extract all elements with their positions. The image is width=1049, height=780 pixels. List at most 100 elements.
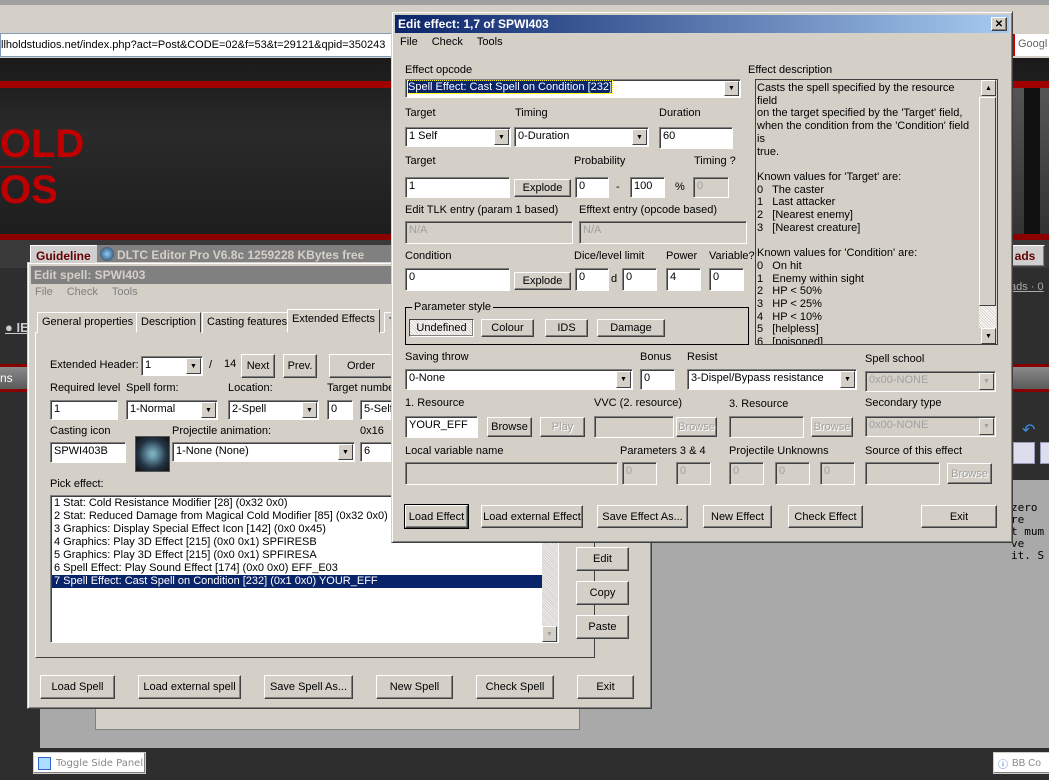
saving-throw-label: Saving throw: [405, 351, 469, 363]
exit-effect-button[interactable]: Exit: [921, 505, 997, 528]
edit-button[interactable]: Edit: [576, 547, 629, 571]
menu-file[interactable]: File: [35, 286, 53, 298]
resource3-input: [729, 416, 804, 438]
tab-casting-features[interactable]: Casting features: [202, 312, 293, 333]
address-bar[interactable]: llholdstudios.net/index.php?act=Post&COD…: [0, 33, 392, 57]
resist-select[interactable]: 3-Dispel/Bypass resistance ▼: [687, 369, 857, 390]
menu-tools[interactable]: Tools: [477, 36, 503, 48]
effect-menu: File Check Tools: [400, 36, 517, 48]
spell-icon-preview: [135, 436, 170, 472]
hex-input[interactable]: 6: [360, 442, 393, 462]
load-effect-button[interactable]: Load Effect: [404, 504, 469, 529]
dice-sides-input[interactable]: 0: [622, 268, 657, 291]
casting-icon-label: Casting icon: [50, 425, 111, 437]
order-button[interactable]: Order: [329, 354, 393, 378]
tab-description[interactable]: Description: [136, 312, 202, 333]
local-variable-label: Local variable name: [405, 445, 504, 457]
description-text[interactable]: Casts the spell specified by the resourc…: [755, 79, 998, 345]
prob-high-input[interactable]: 100: [630, 177, 665, 198]
timing2-label: Timing ?: [694, 155, 736, 167]
scroll-down-icon[interactable]: ▼: [542, 626, 557, 642]
browse-resource1-button[interactable]: Browse: [487, 417, 532, 437]
param-style-damage[interactable]: Damage: [597, 319, 665, 337]
prob-low-input[interactable]: 0: [575, 177, 609, 198]
description-label: Effect description: [748, 64, 833, 76]
menu-check[interactable]: Check: [67, 286, 98, 298]
resist-label: Resist: [687, 351, 718, 363]
search-box[interactable]: Googl: [1013, 34, 1049, 56]
power-input[interactable]: 4: [666, 268, 701, 291]
location-select[interactable]: 2-Spell ▼: [228, 400, 319, 420]
ext-header-sep: /: [209, 359, 213, 371]
tab-extended-effects[interactable]: Extended Effects: [287, 309, 380, 333]
dltc-titlebar: DLTC Editor Pro V6.8c 1259228 KBytes fre…: [97, 245, 392, 263]
param-style-ids[interactable]: IDS: [545, 319, 588, 337]
bonus-input[interactable]: 0: [640, 369, 675, 390]
load-spell-button[interactable]: Load Spell: [40, 675, 115, 699]
variable-label: Variable?: [709, 250, 755, 262]
undo-icon[interactable]: ↶: [1022, 420, 1035, 440]
edit-effect-titlebar: Edit effect: 1,7 of SPWI403: [395, 15, 1009, 33]
ext-header-select[interactable]: 1 ▼: [141, 356, 203, 376]
close-button[interactable]: ✕: [991, 17, 1007, 31]
link-ie[interactable]: ● IE: [5, 320, 29, 335]
menu-file[interactable]: File: [400, 36, 418, 48]
param1-input[interactable]: 1: [405, 177, 510, 198]
list-item[interactable]: 5 Graphics: Play 3D Effect [215] (0x0 0x…: [52, 549, 557, 562]
scroll-down-icon[interactable]: ▼: [981, 328, 996, 344]
explode-target-button[interactable]: Explode: [514, 179, 571, 197]
target-select[interactable]: 1 Self ▼: [405, 127, 511, 147]
opcode-select[interactable]: Spell Effect: Cast Spell on Condition [2…: [405, 79, 741, 98]
condition-input[interactable]: 0: [405, 268, 510, 291]
param-style-undefined[interactable]: Undefined: [409, 319, 474, 337]
post-text: zero re t mum ve it. S: [1011, 501, 1045, 562]
copy-button[interactable]: Copy: [576, 581, 629, 605]
casting-icon-input[interactable]: SPWI403B: [50, 442, 126, 463]
link-threads[interactable]: ads · 0: [1010, 281, 1044, 293]
target-number-input[interactable]: 0: [327, 400, 353, 420]
paste-button[interactable]: Paste: [576, 615, 629, 639]
power-label: Power: [666, 250, 698, 262]
load-external-spell-button[interactable]: Load external spell: [138, 675, 241, 699]
opcode-label: Effect opcode: [405, 64, 473, 76]
resource1-input[interactable]: YOUR_EFF: [405, 416, 478, 438]
required-level-input[interactable]: 1: [50, 400, 118, 420]
side-panel-icon: [38, 756, 51, 770]
save-effect-as-button[interactable]: Save Effect As...: [597, 505, 688, 528]
projectile-select[interactable]: 1-None (None) ▼: [172, 442, 355, 462]
new-spell-button[interactable]: New Spell: [376, 675, 453, 699]
scroll-thumb[interactable]: [979, 97, 996, 306]
new-effect-button[interactable]: New Effect: [703, 505, 772, 528]
list-item[interactable]: 6 Spell Effect: Play Sound Effect [174] …: [52, 562, 557, 575]
next-button[interactable]: Next: [241, 354, 275, 378]
site-logo: OLD OS: [0, 122, 85, 212]
timing-select[interactable]: 0-Duration ▼: [514, 127, 649, 147]
param-style-colour[interactable]: Colour: [481, 319, 534, 337]
check-spell-button[interactable]: Check Spell: [476, 675, 554, 699]
prev-button[interactable]: Prev.: [283, 354, 317, 378]
menu-tools[interactable]: Tools: [112, 286, 138, 298]
scroll-up-icon[interactable]: ▲: [981, 80, 996, 96]
save-spell-as-button[interactable]: Save Spell As...: [264, 675, 353, 699]
exit-spell-button[interactable]: Exit: [577, 675, 634, 699]
toggle-side-panel-button[interactable]: Toggle Side Panel: [33, 752, 146, 774]
saving-throw-select[interactable]: 0-None ▼: [405, 369, 633, 390]
explode-condition-button[interactable]: Explode: [514, 272, 571, 290]
tab-general-properties[interactable]: General properties: [37, 312, 139, 333]
menu-check[interactable]: Check: [432, 36, 463, 48]
target-type-select[interactable]: 5-Self: [360, 400, 393, 420]
local-variable-input: [405, 462, 618, 485]
load-external-effect-button[interactable]: Load external Effect: [481, 505, 583, 528]
align-icon[interactable]: [1013, 442, 1035, 464]
list-item-selected[interactable]: 7 Spell Effect: Cast Spell on Condition …: [52, 575, 542, 588]
spell-form-select[interactable]: 1-Normal ▼: [126, 400, 218, 420]
align-icon[interactable]: [1040, 442, 1049, 464]
variable-input[interactable]: 0: [709, 268, 744, 291]
dice-count-input[interactable]: 0: [575, 268, 609, 291]
bb-code-button[interactable]: ⓘ BB Co: [993, 752, 1049, 774]
duration-input[interactable]: 60: [659, 127, 733, 149]
check-effect-button[interactable]: Check Effect: [788, 505, 863, 528]
sub-nav-text[interactable]: ns: [0, 371, 13, 385]
duration-label: Duration: [659, 107, 701, 119]
description-scrollbar[interactable]: ▲ ▼: [979, 80, 996, 344]
